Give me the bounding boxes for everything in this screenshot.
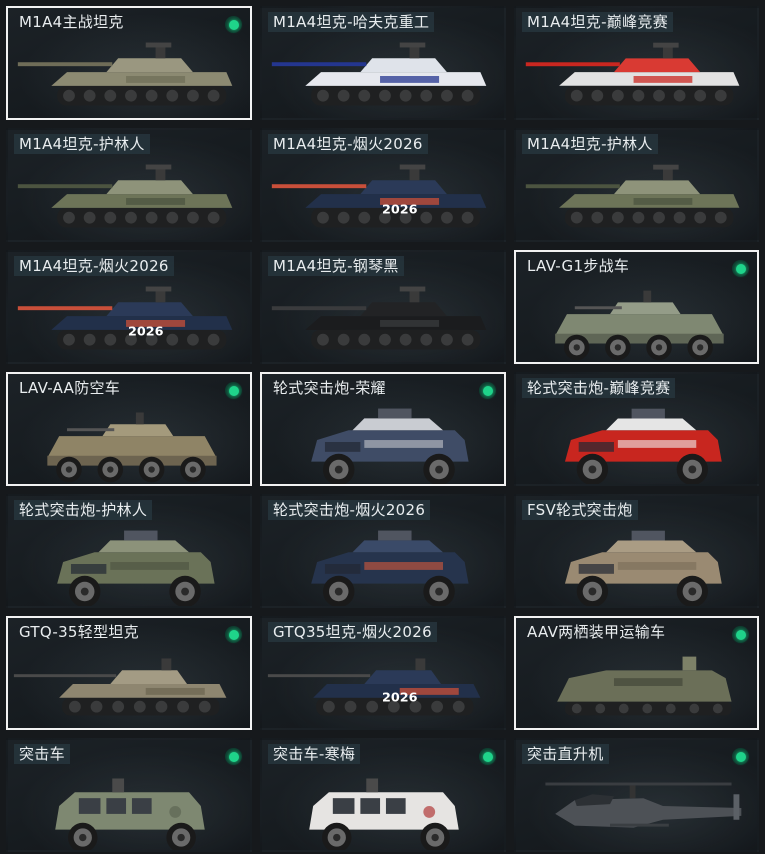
vehicle-image xyxy=(525,164,740,228)
vehicle-name: FSV轮式突击炮 xyxy=(522,500,638,520)
vehicle-card[interactable]: 轮式突击炮-护林人 xyxy=(6,494,252,608)
vehicle-name: 突击直升机 xyxy=(522,744,609,764)
vehicle-image xyxy=(564,408,722,484)
vehicle-mrap-image xyxy=(309,778,459,850)
vehicle-name: 突击车-寒梅 xyxy=(268,744,361,764)
vehicle-card[interactable]: 轮式突击炮-巅峰竞赛 xyxy=(514,372,759,486)
owned-indicator-icon xyxy=(225,16,242,33)
owned-indicator-icon xyxy=(479,382,496,399)
skin-decal-text: 2026 xyxy=(128,325,164,340)
owned-indicator-icon xyxy=(225,748,242,765)
vehicle-tank-image: 2026 xyxy=(271,164,487,228)
vehicle-card[interactable]: M1A4坦克-钢琴黑 xyxy=(260,250,506,364)
vehicle-car-image xyxy=(311,530,469,606)
vehicle-tank-image xyxy=(17,42,233,106)
vehicle-tank-image xyxy=(271,42,487,106)
vehicle-image xyxy=(47,412,217,483)
vehicle-name: 轮式突击炮-护林人 xyxy=(14,500,153,520)
vehicle-name: M1A4坦克-钢琴黑 xyxy=(268,256,404,276)
vehicle-image xyxy=(57,530,215,606)
vehicle-card[interactable]: M1A4坦克-哈夫克重工 xyxy=(260,6,506,120)
vehicle-name: M1A4坦克-烟火2026 xyxy=(14,256,174,276)
vehicle-tank-image xyxy=(525,164,740,228)
vehicle-heli-image xyxy=(545,782,742,828)
vehicle-skin-grid: M1A4主战坦克 M1A4坦克-哈夫克重工 M1A4坦克-巅峰竞赛 M1A4坦克-护林… xyxy=(0,0,765,854)
vehicle-image xyxy=(311,408,469,484)
vehicle-card[interactable]: 突击车 xyxy=(6,738,252,852)
vehicle-card[interactable]: 轮式突击炮-荣耀 xyxy=(260,372,506,486)
vehicle-tank-image xyxy=(525,42,740,106)
vehicle-apc-image xyxy=(555,290,724,361)
vehicle-apc-image xyxy=(47,412,217,483)
vehicle-car-image xyxy=(564,408,722,484)
vehicle-name: M1A4坦克-护林人 xyxy=(14,134,150,154)
vehicle-card[interactable]: M1A4坦克-护林人 xyxy=(6,128,252,242)
vehicle-card[interactable]: 轮式突击炮-烟火2026 xyxy=(260,494,506,608)
vehicle-tank-image: 2026 xyxy=(17,286,233,350)
owned-indicator-icon xyxy=(732,626,749,643)
vehicle-name: 轮式突击炮-烟火2026 xyxy=(268,500,431,520)
vehicle-image xyxy=(525,42,740,106)
vehicle-name: M1A4坦克-烟火2026 xyxy=(268,134,428,154)
vehicle-image xyxy=(17,164,233,228)
owned-indicator-icon xyxy=(732,748,749,765)
vehicle-card[interactable]: FSV轮式突击炮 xyxy=(514,494,759,608)
vehicle-card[interactable]: M1A4主战坦克 xyxy=(6,6,252,120)
vehicle-card[interactable]: AAV两栖装甲运输车 xyxy=(514,616,759,730)
vehicle-name: M1A4坦克-巅峰竞赛 xyxy=(522,12,674,32)
vehicle-car-image xyxy=(311,408,469,484)
vehicle-image: 2026 xyxy=(271,164,487,228)
vehicle-name: GTQ35坦克-烟火2026 xyxy=(268,622,437,642)
vehicle-card[interactable]: M1A4坦克-护林人 xyxy=(514,128,759,242)
owned-indicator-icon xyxy=(732,260,749,277)
vehicle-image: 2026 xyxy=(267,658,481,716)
vehicle-image: 2026 xyxy=(17,286,233,350)
vehicle-car-image xyxy=(57,530,215,606)
vehicle-tank-image xyxy=(271,286,487,350)
vehicle-card[interactable]: LAV-G1步战车 xyxy=(514,250,759,364)
vehicle-name: 轮式突击炮-荣耀 xyxy=(273,379,386,397)
owned-indicator-icon xyxy=(225,626,242,643)
vehicle-name: M1A4坦克-哈夫克重工 xyxy=(268,12,435,32)
vehicle-image xyxy=(55,778,205,850)
vehicle-light-image: 2026 xyxy=(267,658,481,716)
vehicle-name: 突击车 xyxy=(14,744,70,764)
vehicle-image xyxy=(13,658,227,716)
vehicle-image xyxy=(545,782,742,828)
vehicle-card[interactable]: 2026 M1A4坦克-烟火2026 xyxy=(260,128,506,242)
vehicle-tank-image xyxy=(17,164,233,228)
vehicle-image xyxy=(564,530,722,606)
vehicle-card[interactable]: 突击车-寒梅 xyxy=(260,738,506,852)
owned-indicator-icon xyxy=(225,382,242,399)
vehicle-card[interactable]: 2026 GTQ35坦克-烟火2026 xyxy=(260,616,506,730)
vehicle-image xyxy=(557,656,732,716)
vehicle-card[interactable]: M1A4坦克-巅峰竞赛 xyxy=(514,6,759,120)
vehicle-image xyxy=(17,42,233,106)
skin-decal-text: 2026 xyxy=(382,691,418,706)
vehicle-image xyxy=(271,42,487,106)
vehicle-name: LAV-G1步战车 xyxy=(527,257,630,275)
vehicle-image xyxy=(311,530,469,606)
owned-indicator-icon xyxy=(479,748,496,765)
vehicle-mrap-image xyxy=(55,778,205,850)
vehicle-light-image xyxy=(13,658,227,716)
vehicle-image xyxy=(309,778,459,850)
vehicle-image xyxy=(271,286,487,350)
vehicle-name: LAV-AA防空车 xyxy=(19,379,121,397)
vehicle-card[interactable]: 2026 M1A4坦克-烟火2026 xyxy=(6,250,252,364)
vehicle-aav-image xyxy=(557,656,732,716)
vehicle-card[interactable]: GTQ-35轻型坦克 xyxy=(6,616,252,730)
vehicle-name: M1A4主战坦克 xyxy=(19,13,124,31)
vehicle-name: 轮式突击炮-巅峰竞赛 xyxy=(522,378,676,398)
vehicle-car-image xyxy=(564,530,722,606)
vehicle-image xyxy=(555,290,724,361)
skin-decal-text: 2026 xyxy=(382,203,418,218)
vehicle-name: AAV两栖装甲运输车 xyxy=(527,623,666,641)
vehicle-card[interactable]: 突击直升机 xyxy=(514,738,759,852)
vehicle-name: M1A4坦克-护林人 xyxy=(522,134,658,154)
vehicle-name: GTQ-35轻型坦克 xyxy=(19,623,139,641)
vehicle-card[interactable]: LAV-AA防空车 xyxy=(6,372,252,486)
